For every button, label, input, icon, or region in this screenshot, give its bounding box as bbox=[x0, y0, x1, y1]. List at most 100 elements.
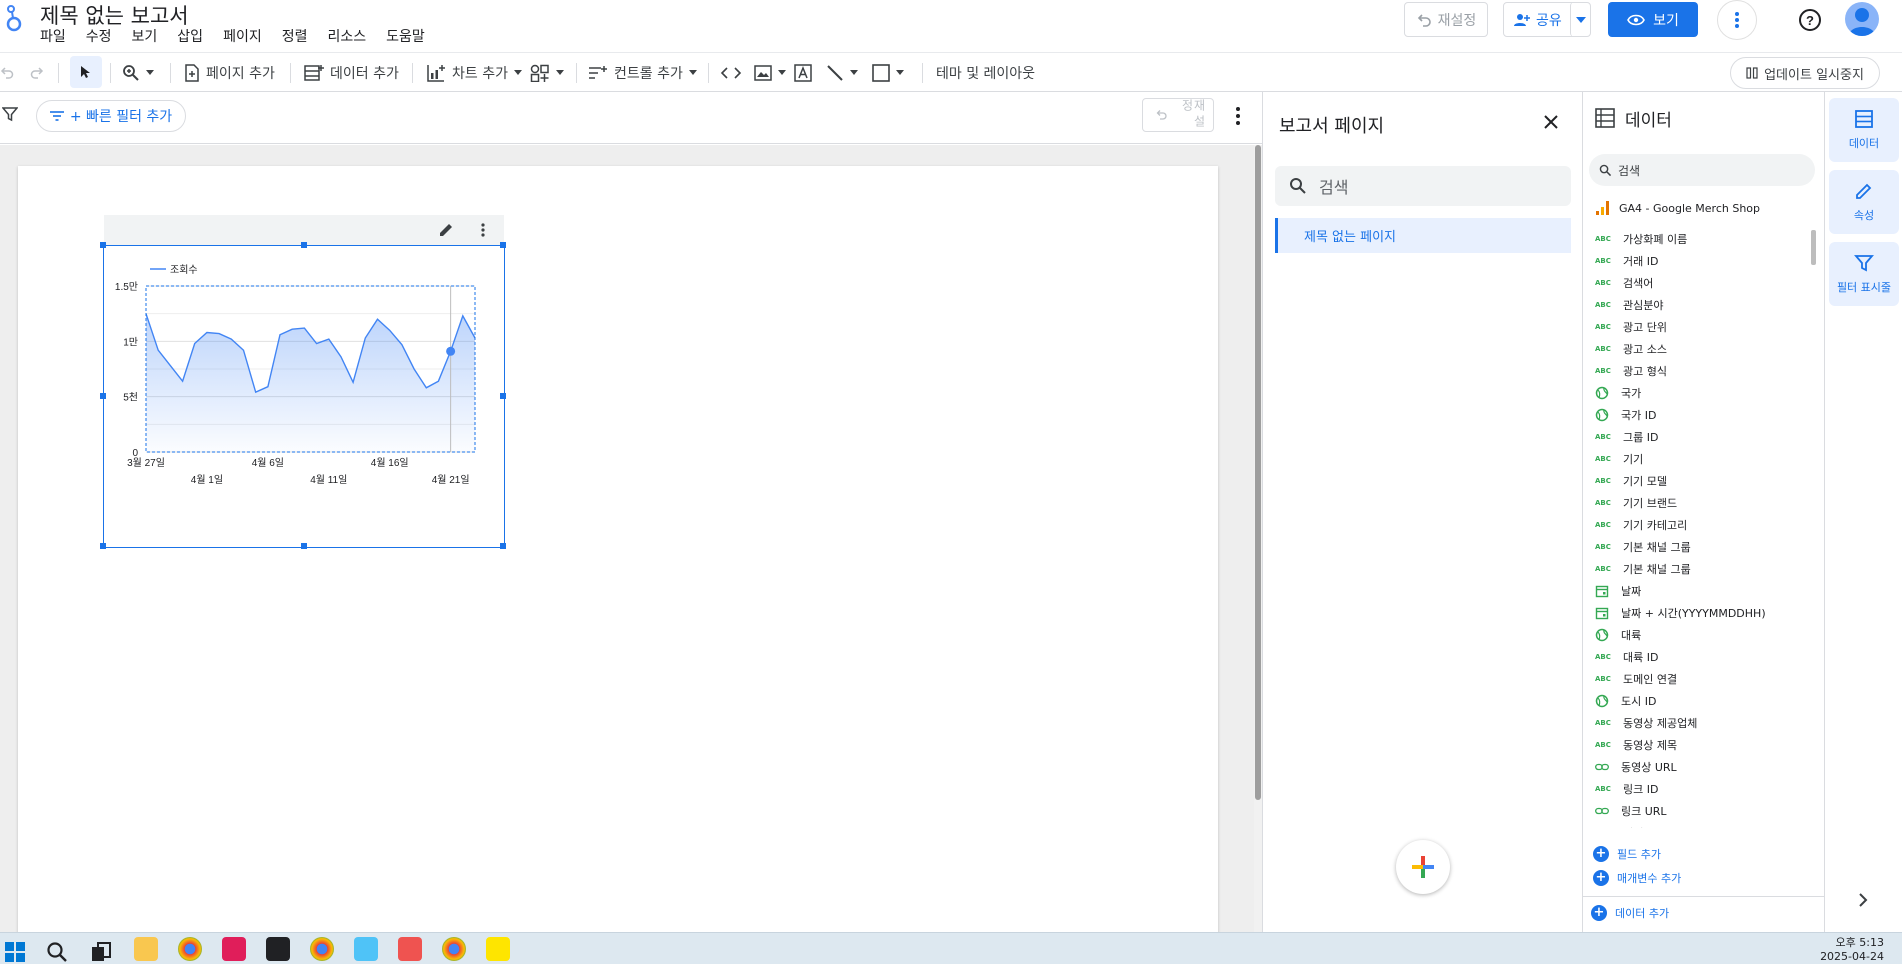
more-options-button[interactable] bbox=[1717, 0, 1757, 40]
field-item[interactable]: ABC 가상화폐 이름 bbox=[1583, 228, 1813, 250]
add-data-source-button[interactable]: + 데이터 추가 bbox=[1591, 905, 1669, 921]
add-field-button[interactable]: + 필드 추가 bbox=[1593, 846, 1661, 862]
line-button[interactable] bbox=[826, 53, 858, 92]
theme-layout-button[interactable]: 테마 및 레이아웃 bbox=[936, 53, 1035, 92]
slack-icon[interactable] bbox=[222, 937, 246, 961]
resize-handle[interactable] bbox=[100, 543, 106, 549]
resize-handle[interactable] bbox=[500, 242, 506, 248]
field-list[interactable]: ABC 가상화폐 이름 ABC 거래 ID ABC 검색어 ABC 관심분야 ABC 광고 단위 A… bbox=[1583, 228, 1813, 828]
resize-handle[interactable] bbox=[301, 543, 307, 549]
system-clock[interactable]: 오후 5:13 2025-04-24 bbox=[1820, 936, 1884, 964]
pencil-icon[interactable] bbox=[438, 222, 454, 238]
select-tool-button[interactable] bbox=[70, 56, 102, 88]
file-explorer-icon[interactable] bbox=[134, 937, 158, 961]
field-item[interactable]: 링크 URL bbox=[1583, 800, 1813, 822]
add-chart-button[interactable]: 차트 추가 bbox=[426, 53, 522, 92]
add-parameter-button[interactable]: + 매개변수 추가 bbox=[1593, 870, 1681, 886]
field-item[interactable]: ABC 기기 카테고리 bbox=[1583, 514, 1813, 536]
zoom-button[interactable] bbox=[122, 53, 154, 92]
add-page-fab[interactable] bbox=[1396, 840, 1450, 894]
field-item[interactable]: ABC 도메인 연결 bbox=[1583, 668, 1813, 690]
looker-studio-logo[interactable] bbox=[4, 2, 28, 34]
resize-handle[interactable] bbox=[301, 242, 307, 248]
add-data-button[interactable]: 데이터 추가 bbox=[304, 53, 399, 92]
windows-start-icon[interactable] bbox=[4, 941, 26, 963]
field-item[interactable]: ABC 링크 ID bbox=[1583, 778, 1813, 800]
scrollbar-thumb[interactable] bbox=[1255, 145, 1261, 800]
time-series-chart[interactable]: 1.5만 1만 5천 0 조회수 3월 27일 4월 6일 4월 16일 4월 1일 4월 11일… bbox=[100, 242, 506, 549]
add-page-button[interactable]: 페이지 추가 bbox=[184, 53, 275, 92]
canvas-scrollbar[interactable] bbox=[1254, 145, 1262, 932]
kakaotalk-icon[interactable] bbox=[486, 937, 510, 961]
shape-button[interactable] bbox=[872, 53, 904, 92]
field-list-scrollbar[interactable] bbox=[1811, 230, 1816, 265]
filter-more-button[interactable] bbox=[1228, 104, 1248, 128]
add-control-button[interactable]: 컨트롤 추가 bbox=[588, 53, 697, 92]
tab-filter-bar[interactable]: 필터 표시줄 bbox=[1829, 242, 1899, 306]
snipping-tool-icon[interactable] bbox=[398, 937, 422, 961]
field-item[interactable]: ABC매체 bbox=[1583, 822, 1813, 828]
chrome-profile-icon[interactable] bbox=[310, 937, 334, 961]
app-icon[interactable] bbox=[266, 937, 290, 961]
reset-button[interactable]: 재설정 bbox=[1404, 2, 1488, 37]
datasource-item[interactable]: GA4 - Google Merch Shop bbox=[1595, 200, 1760, 216]
text-box-button[interactable] bbox=[794, 53, 812, 92]
field-item[interactable]: 대륙 bbox=[1583, 624, 1813, 646]
field-item[interactable]: ABC 광고 형식 bbox=[1583, 360, 1813, 382]
chrome-profile-icon[interactable] bbox=[442, 937, 466, 961]
menu-arrange[interactable]: 정렬 bbox=[272, 28, 318, 46]
field-item[interactable]: 날짜 + 시간(YYYYMMDDHH) bbox=[1583, 602, 1813, 624]
quick-filter-button[interactable]: + 빠른 필터 추가 bbox=[36, 100, 186, 132]
task-view-icon[interactable] bbox=[90, 941, 112, 963]
user-avatar[interactable] bbox=[1845, 2, 1879, 36]
chrome-icon[interactable] bbox=[178, 937, 202, 961]
field-item[interactable]: ABC 기기 bbox=[1583, 448, 1813, 470]
undo-button[interactable] bbox=[0, 53, 14, 92]
menu-page[interactable]: 페이지 bbox=[213, 28, 272, 46]
field-item[interactable]: 날짜 bbox=[1583, 580, 1813, 602]
resize-handle[interactable] bbox=[500, 543, 506, 549]
view-button[interactable]: 보기 bbox=[1608, 2, 1698, 37]
field-item[interactable]: ABC 검색어 bbox=[1583, 272, 1813, 294]
filter-reset-button[interactable]: 재설정 bbox=[1142, 98, 1214, 132]
notepad-icon[interactable] bbox=[354, 937, 378, 961]
chevron-right-icon[interactable] bbox=[1853, 890, 1873, 910]
tab-properties[interactable]: 속성 bbox=[1829, 170, 1899, 234]
search-icon[interactable] bbox=[46, 941, 68, 963]
pages-search-input[interactable]: 검색 bbox=[1275, 166, 1571, 206]
close-button[interactable] bbox=[1539, 110, 1563, 134]
field-item[interactable]: ABC 기기 모델 bbox=[1583, 470, 1813, 492]
filter-icon[interactable] bbox=[2, 106, 18, 122]
field-item[interactable]: 국가 bbox=[1583, 382, 1813, 404]
add-component-button[interactable] bbox=[530, 53, 564, 92]
menu-view[interactable]: 보기 bbox=[122, 28, 168, 46]
field-item[interactable]: ABC 관심분야 bbox=[1583, 294, 1813, 316]
field-item[interactable]: ABC 광고 단위 bbox=[1583, 316, 1813, 338]
field-item[interactable]: 국가 ID bbox=[1583, 404, 1813, 426]
menu-edit[interactable]: 수정 bbox=[76, 28, 122, 46]
redo-button[interactable] bbox=[30, 53, 44, 92]
resize-handle[interactable] bbox=[100, 242, 106, 248]
report-title[interactable]: 제목 없는 보고서 bbox=[40, 0, 189, 30]
field-item[interactable]: ABC 기기 브랜드 bbox=[1583, 492, 1813, 514]
field-item[interactable]: ABC 대륙 ID bbox=[1583, 646, 1813, 668]
help-button[interactable]: ? bbox=[1796, 6, 1824, 34]
menu-insert[interactable]: 삽입 bbox=[167, 28, 213, 46]
resize-handle[interactable] bbox=[500, 393, 506, 399]
menu-resource[interactable]: 리소스 bbox=[317, 28, 376, 46]
kebab-menu-icon[interactable] bbox=[480, 222, 486, 238]
menu-help[interactable]: 도움말 bbox=[376, 28, 435, 46]
page-list-item[interactable]: 제목 없는 페이지 bbox=[1275, 218, 1571, 253]
field-item[interactable]: 도시 ID bbox=[1583, 690, 1813, 712]
field-item[interactable]: ABC 거래 ID bbox=[1583, 250, 1813, 272]
field-item[interactable]: ABC 기본 채널 그룹 bbox=[1583, 558, 1813, 580]
field-item[interactable]: 동영상 URL bbox=[1583, 756, 1813, 778]
field-item[interactable]: ABC 그룹 ID bbox=[1583, 426, 1813, 448]
image-button[interactable] bbox=[754, 53, 786, 92]
menu-file[interactable]: 파일 bbox=[40, 28, 76, 46]
field-item[interactable]: ABC 기본 채널 그룹 bbox=[1583, 536, 1813, 558]
tab-data[interactable]: 데이터 bbox=[1829, 98, 1899, 162]
pause-updates-button[interactable]: 업데이트 일시중지 bbox=[1730, 57, 1880, 89]
embed-code-button[interactable] bbox=[720, 53, 742, 92]
field-item[interactable]: ABC 동영상 제공업체 bbox=[1583, 712, 1813, 734]
